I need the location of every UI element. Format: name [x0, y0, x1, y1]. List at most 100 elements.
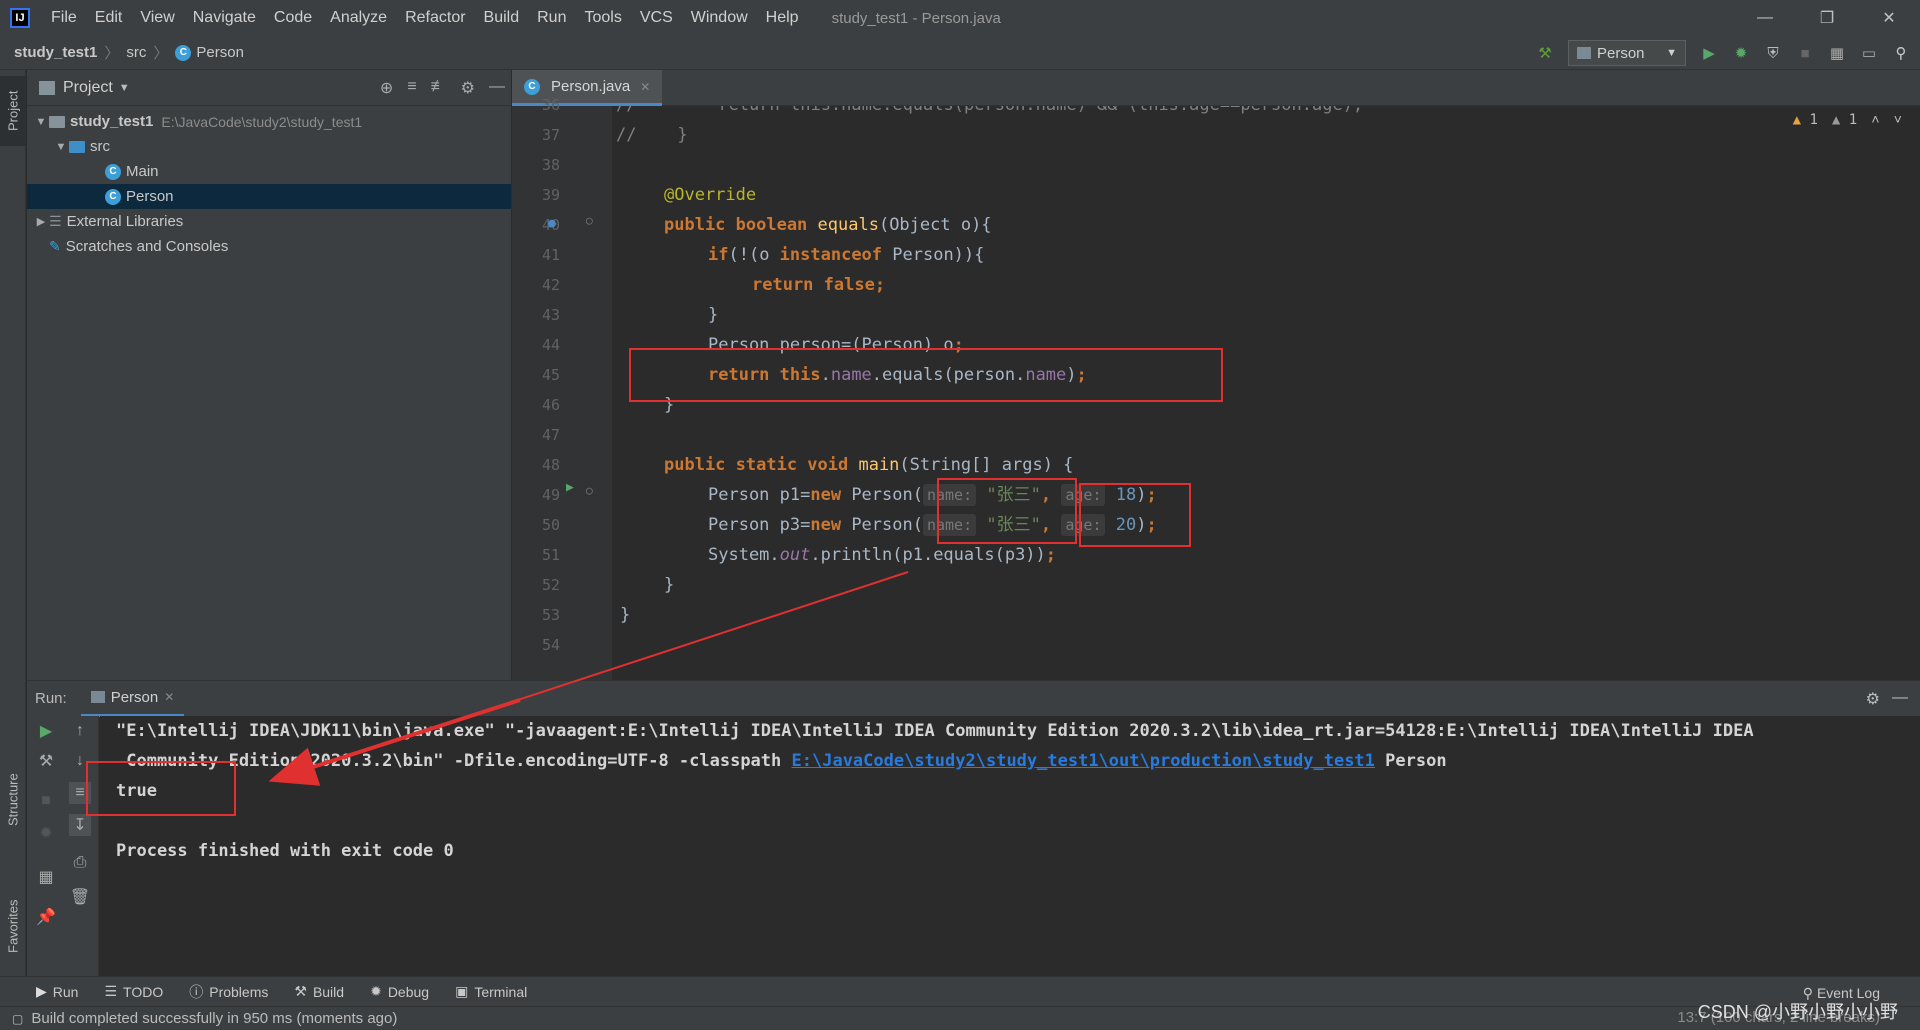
- tool-problems[interactable]: ⓘ Problems: [189, 982, 268, 1002]
- inspection-widget[interactable]: ▲ 1 ▲ 1 ˄ ˅: [1793, 112, 1902, 129]
- terminal-icon: ▣: [455, 983, 469, 999]
- line-number: 42: [541, 276, 560, 294]
- project-panel-header: Project ▼ ⊕ ≡ ≢ ⚙ —: [27, 70, 511, 106]
- chevron-down-icon: ▼: [1666, 47, 1677, 59]
- project-structure-icon[interactable]: ▦: [1828, 44, 1846, 62]
- minimize-icon[interactable]: —: [1734, 0, 1796, 36]
- tool-window-project[interactable]: Project: [0, 76, 26, 146]
- tool-run[interactable]: ▶ Run: [36, 983, 78, 1000]
- library-icon: ☰: [49, 213, 62, 229]
- menu-run[interactable]: Run: [528, 9, 575, 27]
- tool-window-structure[interactable]: Structure: [0, 760, 26, 840]
- chevron-down-icon[interactable]: ▼: [53, 141, 69, 153]
- config-icon: [90, 691, 105, 703]
- menu-help[interactable]: Help: [757, 9, 808, 27]
- scroll-up-icon[interactable]: ↑: [69, 720, 91, 742]
- tree-item-person[interactable]: C Person: [27, 184, 511, 209]
- classpath-link[interactable]: E:\JavaCode\study2\study_test1\out\produ…: [792, 751, 1375, 771]
- tree-item-project-root[interactable]: ▼ study_test1 E:\JavaCode\study2\study_t…: [27, 109, 511, 134]
- tree-item-src[interactable]: ▼ src: [27, 134, 511, 159]
- close-tab-icon[interactable]: ✕: [164, 690, 174, 704]
- menu-refactor[interactable]: Refactor: [396, 9, 474, 27]
- chevron-up-icon[interactable]: ˄: [1871, 112, 1879, 129]
- weak-warning-count[interactable]: ▲ 1: [1832, 112, 1857, 129]
- run-gutter-icon[interactable]: ▶: [566, 480, 574, 495]
- close-tab-icon[interactable]: ✕: [640, 80, 650, 94]
- restore-icon[interactable]: ❐: [1796, 0, 1858, 36]
- menu-file[interactable]: File: [42, 9, 86, 27]
- menu-edit[interactable]: Edit: [86, 9, 132, 27]
- project-view-icon: [39, 80, 55, 95]
- gear-icon[interactable]: ⚙: [461, 78, 475, 98]
- line-number: 47: [541, 426, 560, 444]
- menu-build[interactable]: Build: [475, 9, 529, 27]
- run-toolbar: ▶ ↑ ⚒ ↓ ■ ≡ ✹ ↧ ▦ ⎙ 🗑 📌: [27, 716, 99, 976]
- menu-bar: IJ File Edit View Navigate Code Analyze …: [0, 0, 1920, 36]
- code-editor[interactable]: ▲ 1 ▲ 1 ˄ ˅ // return this.name.equals(p…: [612, 106, 1920, 680]
- code-line-48: public static void main(String[] args) {: [664, 455, 1074, 475]
- console-output[interactable]: "E:\Intellij IDEA\JDK11\bin\java.exe" "-…: [86, 716, 1920, 976]
- coverage-icon[interactable]: ⛨: [1764, 44, 1782, 62]
- expand-all-icon[interactable]: ≡: [407, 78, 416, 98]
- menu-tools[interactable]: Tools: [575, 9, 630, 27]
- status-toggle-icon[interactable]: ▢: [12, 1012, 23, 1026]
- code-line-42: return false;: [752, 275, 886, 295]
- menu-code[interactable]: Code: [265, 9, 321, 27]
- wrench-icon[interactable]: ⚒: [35, 750, 57, 772]
- collapse-all-icon[interactable]: ≢: [431, 78, 447, 98]
- gear-icon[interactable]: ⚙: [1866, 689, 1880, 709]
- menu-analyze[interactable]: Analyze: [321, 9, 396, 27]
- tool-debug[interactable]: ✹ Debug: [370, 983, 429, 1000]
- fold-marker-icon[interactable]: ◯: [586, 214, 593, 227]
- restore-layout-icon[interactable]: ✹: [35, 822, 57, 844]
- print-icon[interactable]: ⎙: [69, 852, 91, 874]
- run-icon[interactable]: ▶: [1700, 44, 1718, 62]
- build-hammer-icon[interactable]: ⚒: [1536, 44, 1554, 62]
- project-panel-title[interactable]: Project: [63, 79, 113, 97]
- breadcrumb-src[interactable]: src: [126, 44, 146, 61]
- toggle-window-icon[interactable]: ▭: [1860, 44, 1878, 62]
- stop-icon[interactable]: ■: [35, 790, 57, 812]
- tool-window-favorites[interactable]: Favorites: [0, 890, 26, 962]
- status-bar: ▢ Build completed successfully in 950 ms…: [0, 1006, 1920, 1030]
- override-marker-icon[interactable]: ●: [548, 216, 556, 231]
- chevron-right-icon[interactable]: ▶: [33, 215, 49, 228]
- scroll-to-end-icon[interactable]: ↧: [69, 814, 91, 836]
- chevron-down-icon[interactable]: ▼: [33, 116, 49, 128]
- menu-navigate[interactable]: Navigate: [184, 9, 265, 27]
- line-number: 36: [541, 96, 560, 114]
- tool-terminal[interactable]: ▣ Terminal: [455, 983, 527, 1000]
- hide-panel-icon[interactable]: —: [1892, 689, 1908, 707]
- code-line-53: }: [620, 605, 631, 625]
- trash-icon[interactable]: 🗑: [69, 886, 91, 908]
- run-tab-person[interactable]: Person ✕: [80, 681, 185, 717]
- close-icon[interactable]: ✕: [1858, 0, 1920, 36]
- tree-item-main[interactable]: C Main: [27, 159, 511, 184]
- tree-item-scratches[interactable]: ✎ Scratches and Consoles: [27, 234, 511, 259]
- tree-item-external-libraries[interactable]: ▶ ☰ External Libraries: [27, 209, 511, 234]
- breadcrumb-project[interactable]: study_test1: [14, 44, 97, 61]
- hide-panel-icon[interactable]: —: [489, 78, 505, 98]
- pin-icon[interactable]: 📌: [35, 906, 57, 928]
- warning-count[interactable]: ▲ 1: [1793, 112, 1818, 129]
- chevron-down-icon[interactable]: ▼: [119, 82, 130, 94]
- debug-icon[interactable]: ✹: [1732, 44, 1750, 62]
- layout-icon[interactable]: ▦: [35, 866, 57, 888]
- chevron-down-icon[interactable]: ˅: [1894, 112, 1902, 129]
- tool-todo[interactable]: ☰ TODO: [104, 983, 163, 1000]
- rerun-icon[interactable]: ▶: [35, 720, 57, 742]
- menu-window[interactable]: Window: [682, 9, 757, 27]
- menu-view[interactable]: View: [131, 9, 183, 27]
- locate-file-icon[interactable]: ⊕: [380, 78, 393, 98]
- annotation-box-name-args: [937, 478, 1077, 544]
- breadcrumb-person[interactable]: Person: [196, 44, 244, 61]
- scratches-icon: ✎: [49, 238, 61, 254]
- code-line-39: @Override: [664, 185, 757, 205]
- run-configuration-select[interactable]: Person ▼: [1568, 40, 1686, 66]
- tool-build[interactable]: ⚒ Build: [294, 983, 344, 1000]
- stop-icon[interactable]: ■: [1796, 44, 1814, 62]
- fold-marker-icon[interactable]: ◯: [586, 484, 593, 497]
- search-icon[interactable]: ⚲: [1892, 44, 1910, 62]
- line-number: 50: [541, 516, 560, 534]
- menu-vcs[interactable]: VCS: [631, 9, 682, 27]
